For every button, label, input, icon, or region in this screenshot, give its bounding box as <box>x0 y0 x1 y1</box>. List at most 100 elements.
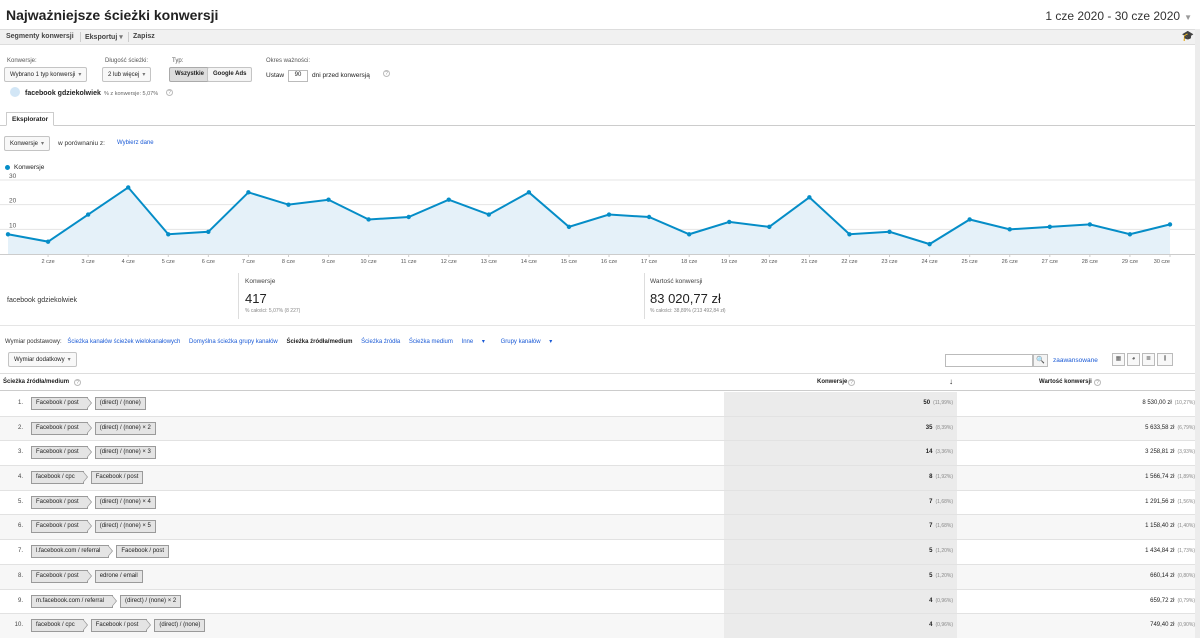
row-index: 8. <box>17 572 23 579</box>
row-value-pct: (1,73%) <box>1177 548 1195 555</box>
row-conversions-value: 5 <box>929 572 933 579</box>
row-conversions-pct: (0,96%) <box>935 622 953 629</box>
help-icon[interactable]: ? <box>383 70 390 77</box>
row-value-pct: (6,79%) <box>1177 424 1195 431</box>
table-row[interactable]: 5. Facebook / post (direct) / (none) × 4 7(… <box>0 490 1200 516</box>
table-search-input[interactable] <box>945 354 1033 367</box>
choose-data-link[interactable]: Wybierz dane <box>117 140 154 146</box>
segments-button[interactable]: Segmenty konwersji <box>6 33 74 40</box>
table-row[interactable]: 2. Facebook / post (direct) / (none) × 2 35… <box>0 416 1200 442</box>
export-button[interactable]: Eksportuj ▾ <box>85 33 123 41</box>
chart-metric-dropdown[interactable]: Konwersje ▾ <box>4 136 51 151</box>
legend-marker <box>5 165 10 170</box>
column-header-value[interactable]: Wartość konwersji <box>1039 379 1092 385</box>
help-icon[interactable]: ? <box>74 379 81 386</box>
table-row[interactable]: 4. facebook / cpc Facebook / post 8 (1,92%) 1… <box>0 466 1200 491</box>
row-value-amount: 8 530,00 zł <box>1142 400 1172 406</box>
data-point <box>887 229 892 234</box>
type-google-ads-toggle[interactable]: Google Ads <box>207 67 253 82</box>
dimension-default-channel-path[interactable]: Domyślna ścieżka grupy kanałów <box>189 339 278 345</box>
chevron-down-icon: ▾ <box>78 72 82 78</box>
path-step-chip: l.facebook.com / referral <box>31 545 114 559</box>
x-tick-label: 7 cze <box>242 259 255 265</box>
table-row[interactable]: 9. m.facebook.com / referral (direct) / (n… <box>0 589 1200 615</box>
dimension-other-dropdown[interactable]: Inne ▾ <box>462 339 492 345</box>
data-point <box>446 197 451 202</box>
data-point <box>166 232 171 237</box>
x-tick-label: 19 cze <box>721 259 737 265</box>
path-step-chip: Facebook / post <box>116 545 170 559</box>
scrollbar[interactable] <box>1195 29 1200 638</box>
chevron-down-icon: ▾ <box>41 141 45 147</box>
conversions-line-chart: 10 20 30 2 cze 3 cze 4 cze 5 cze 6 cze 7 cze 8 c… <box>0 173 1195 265</box>
table-row[interactable]: 3. Facebook / post (direct) / (none) × 3 14… <box>0 441 1200 467</box>
x-tick-label: 24 cze <box>921 259 937 265</box>
path-step-chip: edrone / email <box>94 569 143 583</box>
path-step-chip: m.facebook.com / referral <box>31 594 118 608</box>
table-row[interactable]: 7. l.facebook.com / referral Facebook / po… <box>0 540 1200 565</box>
conversion-path: facebook / cpc Facebook / post <box>31 471 150 485</box>
row-value-amount: 1 158,40 zł <box>1145 523 1175 530</box>
data-point <box>286 202 291 207</box>
chevron-down-icon: ▼ <box>1184 13 1192 22</box>
x-tick-label: 6 cze <box>202 259 215 265</box>
pie-view-icon[interactable]: ◕ <box>1127 353 1140 366</box>
secondary-dimension-dropdown[interactable]: Wymiar dodatkowy ▾ <box>8 352 77 367</box>
data-point <box>126 185 131 190</box>
row-index: 3. <box>17 449 23 456</box>
row-index: 2. <box>17 424 23 431</box>
pivot-view-icon[interactable]: ⫼ <box>1157 353 1173 366</box>
lookback-days-input[interactable]: 90 <box>288 70 308 82</box>
x-tick-label: 5 cze <box>162 259 175 265</box>
graduation-cap-icon[interactable]: 🎓 <box>1182 31 1194 42</box>
sort-descending-icon[interactable]: ↓ <box>949 377 953 386</box>
scorecard-value-sub: % całości: 38,89% (213 492,84 zł) <box>650 308 726 314</box>
report-toolbar: Segmenty konwersji Eksportuj ▾ Zapisz 🎓 <box>0 29 1200 45</box>
type-all-toggle[interactable]: Wszystkie <box>169 67 211 82</box>
save-button[interactable]: Zapisz <box>133 33 155 40</box>
x-tick-label: 9 cze <box>322 259 335 265</box>
performance-view-icon[interactable]: ≣ <box>1142 353 1155 366</box>
row-index: 10. <box>14 622 23 629</box>
column-header-path[interactable]: Ścieżka źródła/medium <box>3 379 69 385</box>
row-conversions-pct: (0,96%) <box>935 597 953 604</box>
row-value-pct: (0,79%) <box>1177 597 1195 604</box>
toolbar-divider <box>128 32 129 42</box>
scorecard-conversions-label: Konwersje <box>245 278 276 285</box>
dimension-medium-path[interactable]: Ścieżka medium <box>409 339 453 345</box>
row-value: 749,40 zł (0,90%) <box>957 622 1195 628</box>
path-length-dropdown[interactable]: 2 lub więcej ▾ <box>102 67 152 82</box>
chevron-down-icon: ▾ <box>481 339 485 345</box>
row-conversions-pct: (1,68%) <box>935 498 953 505</box>
dimension-mcf-channel-path[interactable]: Ścieżka kanałów ścieżek wielokanałowych <box>67 339 180 345</box>
data-point <box>807 195 812 200</box>
row-index: 4. <box>17 474 23 481</box>
help-icon[interactable]: ? <box>1094 379 1101 386</box>
table-row[interactable]: 8. Facebook / post edrone / email 5 (1,20%) 6… <box>0 564 1200 590</box>
table-row[interactable]: 10. facebook / cpc Facebook / post (direct)… <box>0 614 1200 638</box>
path-step-chip: Facebook / post <box>31 569 92 583</box>
advanced-filter-link[interactable]: zaawansowane <box>1053 357 1098 364</box>
row-index: 9. <box>17 597 23 604</box>
conversion-type-dropdown[interactable]: Wybrano 1 typ konwersji ▾ <box>4 67 88 82</box>
row-conversions-pct: (11,99%) <box>933 400 953 406</box>
search-icon[interactable]: 🔍 <box>1033 354 1048 367</box>
table-row[interactable]: 6. Facebook / post (direct) / (none) × 5 7(… <box>0 515 1200 541</box>
column-header-conversions[interactable]: Konwersje <box>817 379 847 385</box>
help-icon[interactable]: ? <box>848 379 855 386</box>
path-step-chip: (direct) / (none) × 5 <box>94 520 156 534</box>
grid-view-icon[interactable]: ▦ <box>1112 353 1125 366</box>
row-value-pct: (1,40%) <box>1177 523 1195 530</box>
dimension-source-path[interactable]: Ścieżka źródła <box>361 339 400 345</box>
table-row[interactable]: 1. Facebook / post (direct) / (none) 50 (11,… <box>0 392 1200 417</box>
date-range-picker[interactable]: 1 cze 2020 - 30 cze 2020 ▼ <box>1045 9 1192 23</box>
dimension-source-medium-path[interactable]: Ścieżka źródła/medium <box>286 339 352 345</box>
tab-explorer[interactable]: Eksplorator <box>6 112 55 126</box>
path-length-label: Długość ścieżki: <box>105 58 149 64</box>
help-icon[interactable]: ? <box>166 89 173 96</box>
dimension-channel-groups-dropdown[interactable]: Grupy kanałów ▾ <box>501 339 560 345</box>
x-tick-label: 2 cze <box>41 259 54 265</box>
x-tick-label: 23 cze <box>881 259 897 265</box>
row-value: 1 434,84 zł (1,73%) <box>957 548 1195 554</box>
x-tick-label: 21 cze <box>801 259 817 265</box>
